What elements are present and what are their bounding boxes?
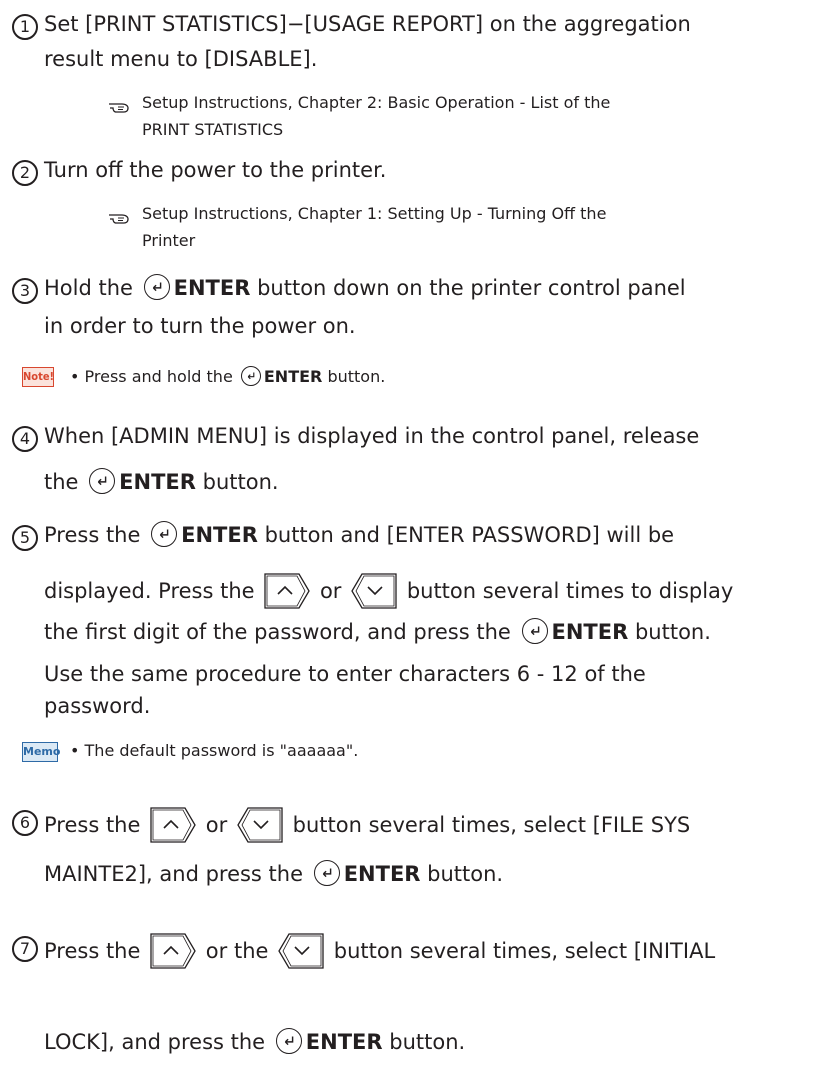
text-fragment: • Press and hold the xyxy=(70,367,233,386)
step-number: 2 xyxy=(12,160,38,186)
reference-link-line-1[interactable]: Setup Instructions, Chapter 1: Setting U… xyxy=(142,203,606,225)
enter-button-icon xyxy=(521,618,548,644)
text-fragment: button several times, select [FILE SYS xyxy=(292,813,691,837)
down-arrow-button-icon xyxy=(236,806,284,844)
text-fragment: Hold the xyxy=(44,276,133,300)
step-number: 5 xyxy=(12,525,38,551)
text-fragment: LOCK], and press the xyxy=(44,1030,266,1054)
enter-button-icon xyxy=(89,468,116,494)
note-text: • Press and hold the ENTER button. xyxy=(70,366,385,388)
step-4-text-line-2: the ENTER button. xyxy=(44,468,279,496)
step-number: 7 xyxy=(12,936,38,962)
text-fragment: or the xyxy=(205,939,269,963)
enter-button-icon xyxy=(275,1028,302,1054)
step-6-text-line-1: Press the or button several times, selec… xyxy=(44,806,690,844)
text-fragment: button. xyxy=(427,862,504,886)
step-number: 4 xyxy=(12,426,38,452)
text-fragment: displayed. Press the xyxy=(44,579,255,603)
text-fragment: button. xyxy=(327,367,386,386)
enter-label: ENTER xyxy=(173,276,251,300)
memo-badge: Memo xyxy=(22,742,60,762)
note-badge: Note! xyxy=(22,367,54,387)
hand-reference-icon xyxy=(108,98,132,114)
step-5-text-line-3: the first digit of the password, and pre… xyxy=(44,618,711,646)
step-5-text-line-2: displayed. Press the or button several t… xyxy=(44,572,733,610)
step-1-text-line-1: Set [PRINT STATISTICS]−[USAGE REPORT] on… xyxy=(44,12,691,36)
text-fragment: button down on the printer control panel xyxy=(257,276,686,300)
enter-label: ENTER xyxy=(305,1030,383,1054)
enter-label: ENTER xyxy=(551,620,629,644)
step-5-text-line-5: password. xyxy=(44,694,151,718)
step-4-text-line-1: When [ADMIN MENU] is displayed in the co… xyxy=(44,424,700,448)
enter-label: ENTER xyxy=(119,470,196,494)
text-fragment: the first digit of the password, and pre… xyxy=(44,620,511,644)
text-fragment: button. xyxy=(389,1030,466,1054)
enter-button-icon xyxy=(151,521,178,547)
text-fragment: Press the xyxy=(44,813,141,837)
text-fragment: Press the xyxy=(44,939,141,963)
step-1-text-line-2: result menu to [DISABLE]. xyxy=(44,47,318,71)
up-arrow-button-icon xyxy=(149,806,197,844)
hand-reference-icon xyxy=(108,209,132,225)
text-fragment: or xyxy=(205,813,228,837)
step-7-text-line-1: Press the or the button several times, s… xyxy=(44,932,715,970)
text-fragment: button. xyxy=(634,620,711,644)
text-fragment: button and [ENTER PASSWORD] will be xyxy=(264,523,675,547)
memo-text: • The default password is "aaaaaa". xyxy=(70,741,359,760)
step-5-text-line-1: Press the ENTER button and [ENTER PASSWO… xyxy=(44,521,674,549)
text-fragment: Press the xyxy=(44,523,141,547)
step-5-text-line-4: Use the same procedure to enter characte… xyxy=(44,662,646,686)
enter-label: ENTER xyxy=(343,862,421,886)
text-fragment: button several times, select [INITIAL xyxy=(333,939,716,963)
enter-label: ENTER xyxy=(181,523,258,547)
reference-link-line-2[interactable]: Printer xyxy=(142,230,195,252)
reference-link-line-2[interactable]: PRINT STATISTICS xyxy=(142,119,283,141)
step-7-text-line-2: LOCK], and press the ENTER button. xyxy=(44,1028,465,1056)
step-2-text: Turn off the power to the printer. xyxy=(44,158,387,182)
text-fragment: MAINTE2], and press the xyxy=(44,862,304,886)
up-arrow-button-icon xyxy=(263,572,311,610)
text-fragment: button. xyxy=(202,470,279,494)
step-3-text-line-1: Hold the ENTER button down on the printe… xyxy=(44,274,686,302)
enter-button-icon xyxy=(143,274,170,300)
text-fragment: button several times to display xyxy=(406,579,734,603)
reference-link-line-1[interactable]: Setup Instructions, Chapter 2: Basic Ope… xyxy=(142,92,610,114)
step-3-text-line-2: in order to turn the power on. xyxy=(44,314,356,338)
enter-button-icon xyxy=(313,860,340,886)
step-6-text-line-2: MAINTE2], and press the ENTER button. xyxy=(44,860,503,888)
text-fragment: the xyxy=(44,470,79,494)
step-number: 6 xyxy=(12,810,38,836)
enter-button-icon xyxy=(240,366,261,386)
down-arrow-button-icon xyxy=(350,572,398,610)
step-number: 3 xyxy=(12,278,38,304)
up-arrow-button-icon xyxy=(149,932,197,970)
step-number: 1 xyxy=(12,14,38,40)
down-arrow-button-icon xyxy=(277,932,325,970)
text-fragment: or xyxy=(319,579,342,603)
enter-label: ENTER xyxy=(263,367,323,386)
